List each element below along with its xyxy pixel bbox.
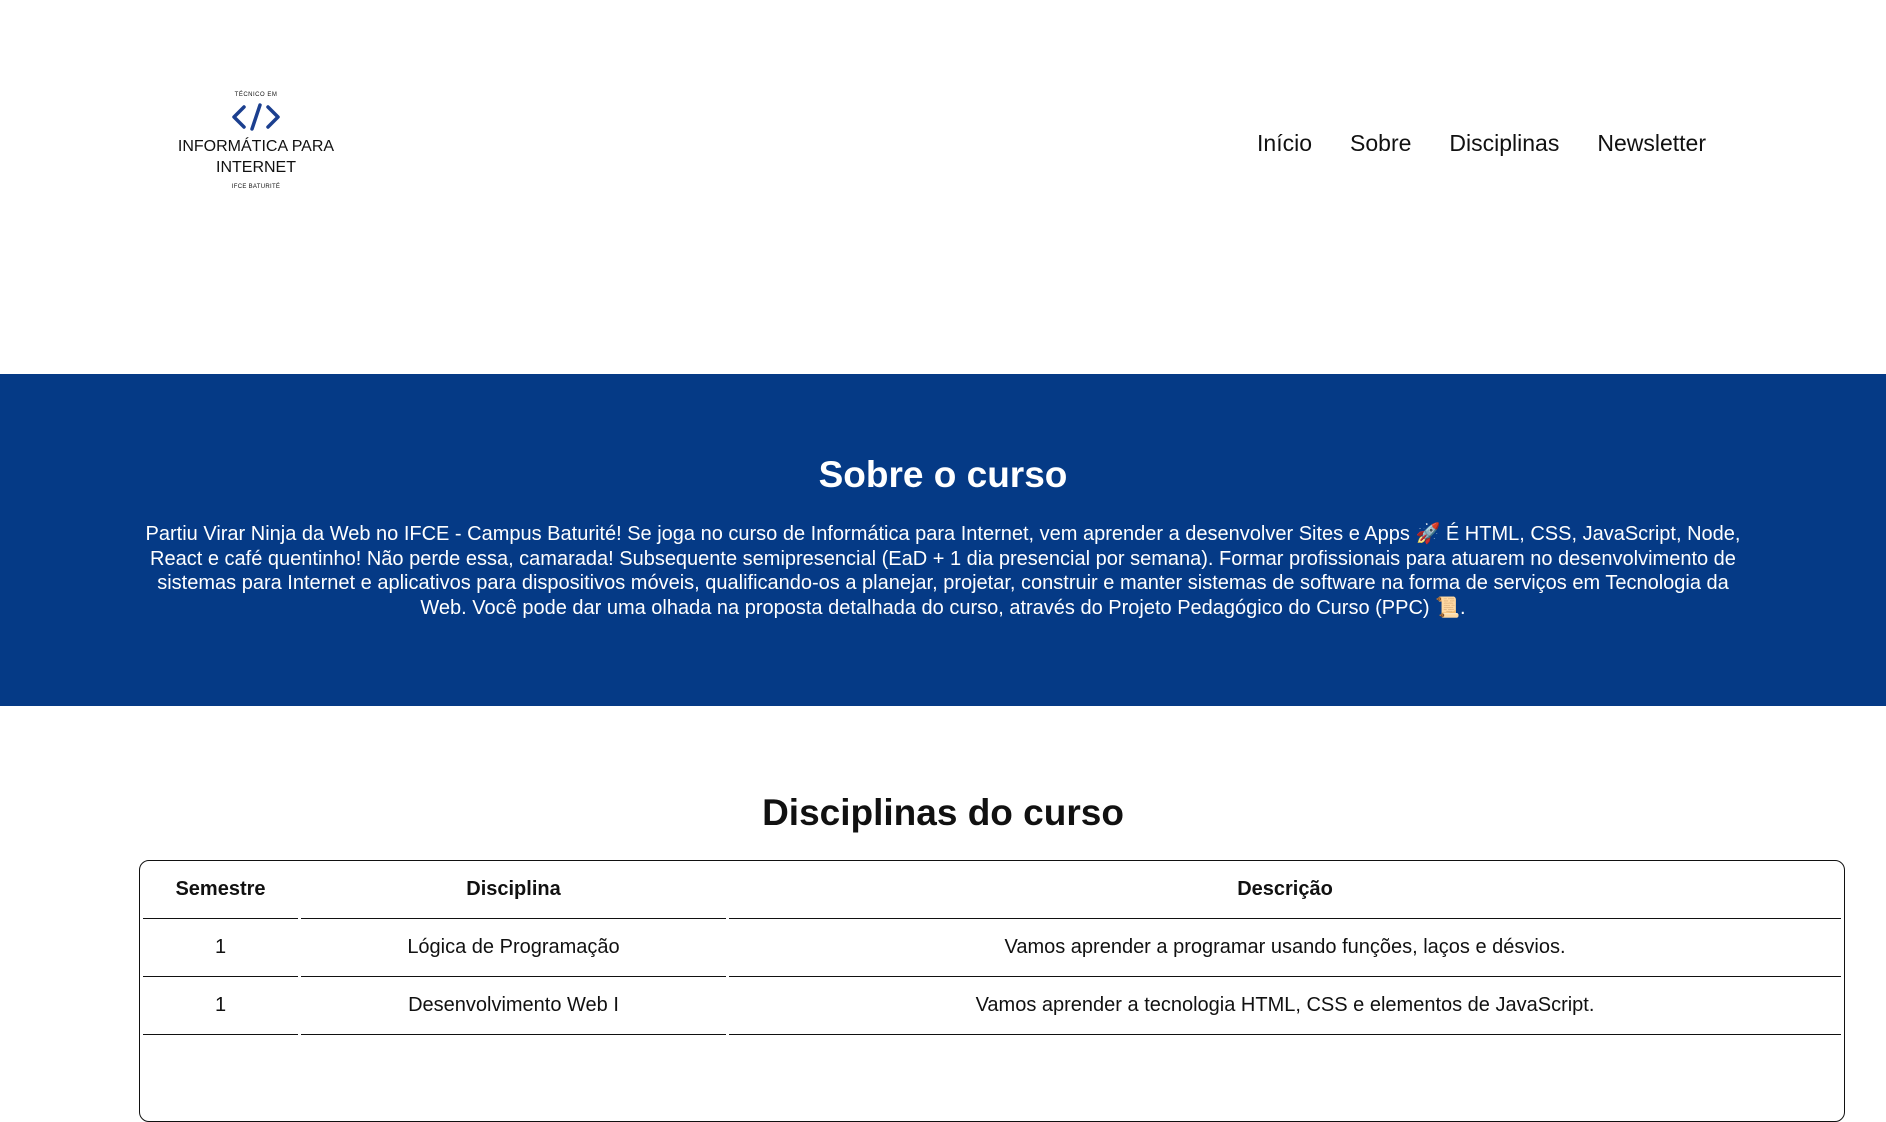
header-semestre: Semestre — [143, 861, 298, 919]
about-section: Sobre o curso Partiu Virar Ninja da Web … — [0, 374, 1886, 706]
cell-disciplina: Lógica de Programação — [301, 919, 726, 977]
logo-title-line1: INFORMÁTICA PARA — [177, 138, 335, 155]
cell-descricao: Vamos aprender a tecnologia HTML, CSS e … — [729, 977, 1841, 1035]
header-descricao: Descrição — [729, 861, 1841, 919]
disciplines-section: Disciplinas do curso Semestre Disciplina… — [0, 792, 1886, 1122]
about-text: Partiu Virar Ninja da Web no IFCE - Camp… — [145, 523, 1741, 619]
site-header: TÉCNICO EM INFORMÁTICA PARA INTERNET IFC… — [0, 0, 1886, 374]
table-row: 1 Lógica de Programação Vamos aprender a… — [143, 919, 1841, 977]
nav-sobre[interactable]: Sobre — [1350, 130, 1411, 157]
nav-newsletter[interactable]: Newsletter — [1597, 130, 1706, 157]
cell-semestre: 1 — [143, 977, 298, 1035]
cell-descricao: Vamos aprender a programar usando funçõe… — [729, 919, 1841, 977]
main-nav: Início Sobre Disciplinas Newsletter — [1257, 130, 1706, 157]
code-icon — [232, 103, 280, 131]
logo-bottom-text: IFCE BATURITÉ — [231, 184, 281, 190]
disciplines-table: Semestre Disciplina Descrição 1 Lógica d… — [140, 861, 1844, 1035]
disciplines-title: Disciplinas do curso — [762, 792, 1124, 833]
table-row: 1 Desenvolvimento Web I Vamos aprender a… — [143, 977, 1841, 1035]
cell-semestre: 1 — [143, 919, 298, 977]
cell-disciplina: Desenvolvimento Web I — [301, 977, 726, 1035]
disciplines-table-wrapper: Semestre Disciplina Descrição 1 Lógica d… — [139, 860, 1845, 1122]
nav-disciplinas[interactable]: Disciplinas — [1449, 130, 1559, 157]
header-disciplina: Disciplina — [301, 861, 726, 919]
logo-title-line2: INTERNET — [216, 159, 296, 176]
logo-top-text: TÉCNICO EM — [234, 92, 278, 98]
about-title: Sobre o curso — [818, 454, 1068, 495]
course-logo[interactable]: TÉCNICO EM INFORMÁTICA PARA INTERNET IFC… — [170, 92, 342, 190]
table-header-row: Semestre Disciplina Descrição — [143, 861, 1841, 919]
nav-inicio[interactable]: Início — [1257, 130, 1312, 157]
